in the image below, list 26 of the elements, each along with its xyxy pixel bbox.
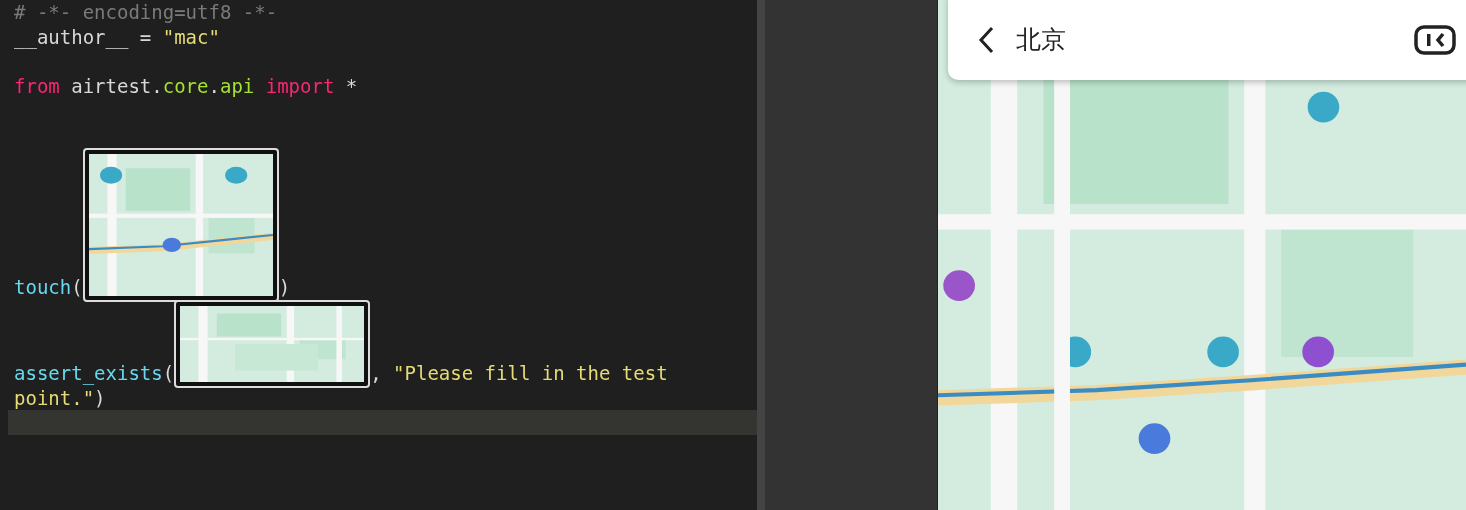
code-token: __author__ = [14,24,153,50]
code-token: core [162,73,209,99]
code-token: assert_exists [14,360,163,386]
code-token: airtest. [70,73,163,99]
code-token: # -*- encoding=utf8 -*- [14,0,278,25]
code-token: point." [14,385,95,411]
code-token: . [208,73,220,99]
image-thumbnail[interactable] [174,299,371,388]
code-editor[interactable]: # -*- encoding=utf8 -*- __author__ = "mac" from airtest.core.api import * touch( ) assert_exists( , "Please fill in the test point.") [0,0,757,510]
code-token: ) [94,385,106,411]
code-token: "mac" [162,24,220,50]
search-bar[interactable]: 北京 [948,0,1466,80]
code-token: "Please fill in the test [393,360,668,386]
code-token: , [370,360,383,386]
toggle-icon[interactable] [1414,25,1456,55]
scrollbar[interactable] [757,0,765,510]
code-token: ( [162,360,175,386]
code-token: import [264,73,335,99]
code-token: api [219,73,255,99]
code-token: * [344,73,358,99]
search-text: 北京 [1016,24,1067,57]
code-token: touch [14,274,72,300]
back-icon[interactable] [978,26,994,54]
code-token: ( [71,274,83,300]
code-token: ) [278,274,291,300]
code-token: from [14,73,60,99]
